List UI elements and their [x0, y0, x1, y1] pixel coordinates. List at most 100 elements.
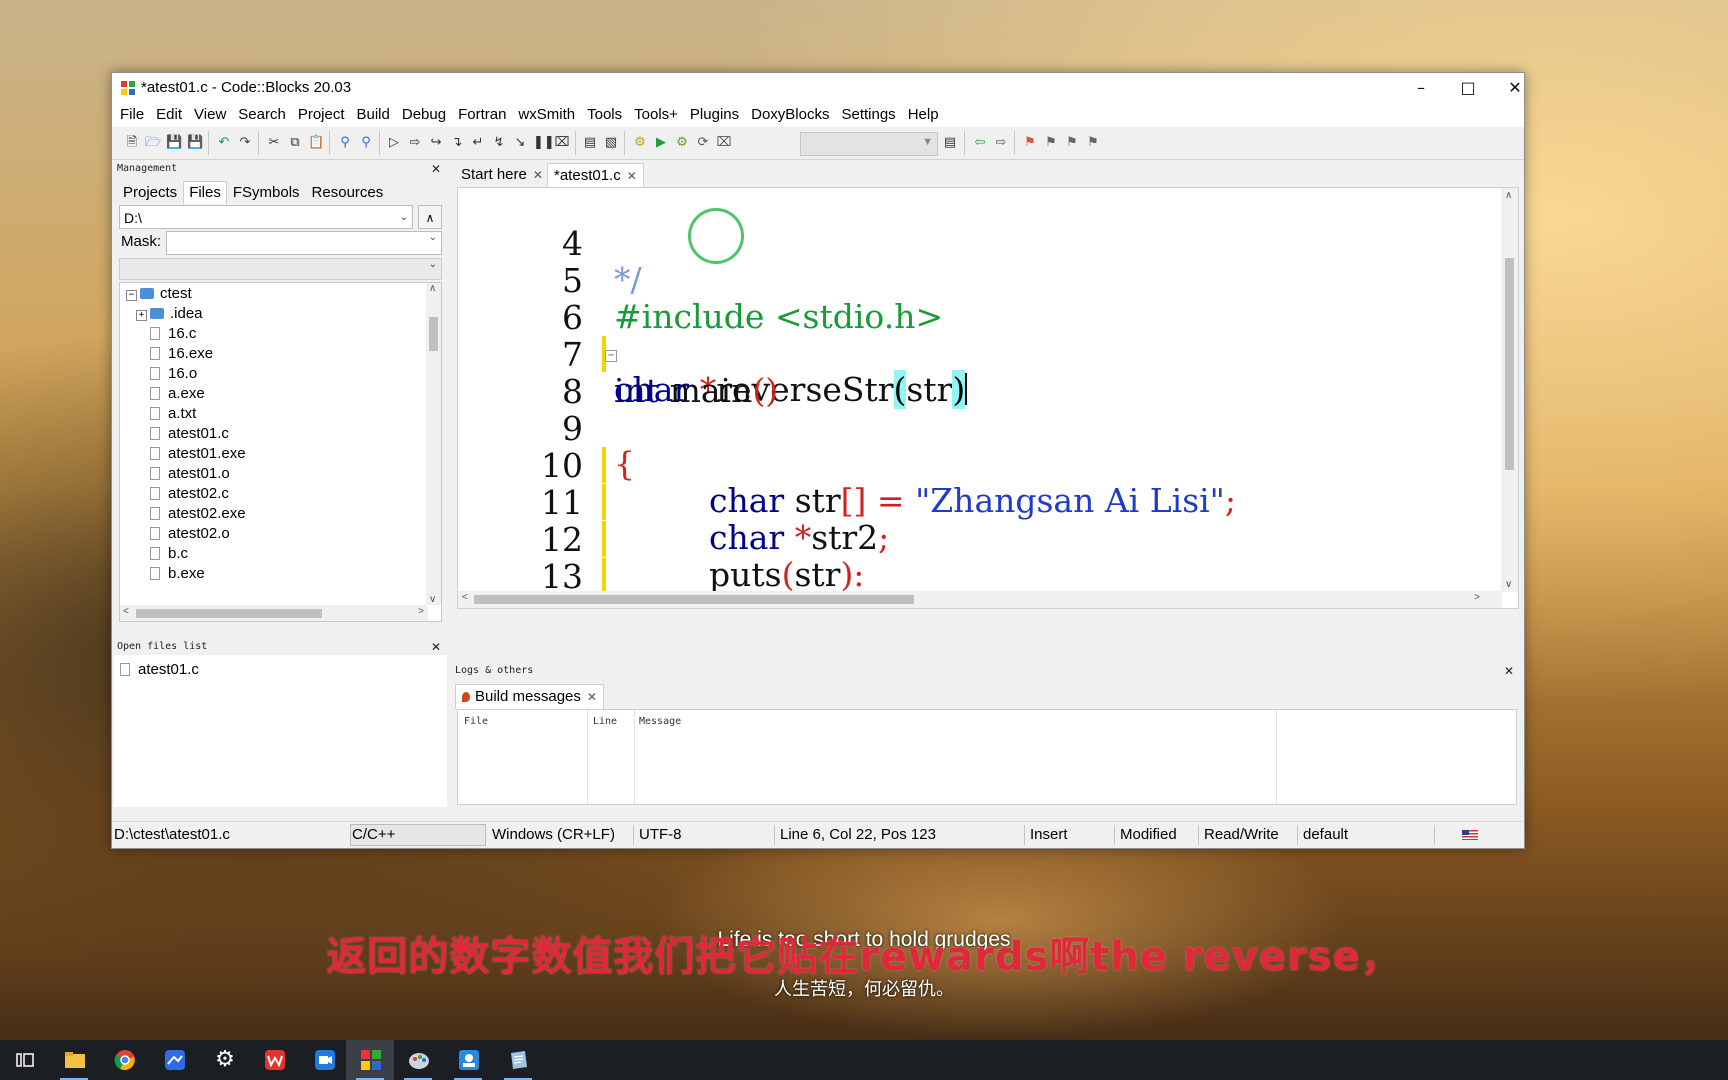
step-into-icon[interactable]: ↴ — [449, 135, 465, 151]
editor-vertical-scrollbar[interactable]: ∧ ∨ — [1501, 188, 1518, 592]
tree-item[interactable]: atest01.o — [150, 463, 230, 485]
up-folder-button[interactable]: ∧ — [418, 205, 442, 229]
save-all-icon[interactable]: 💾 — [187, 135, 203, 151]
open-files-close-icon[interactable]: ✕ — [431, 639, 441, 655]
tree-item[interactable]: atest01.exe — [150, 443, 246, 465]
codeblocks-taskbar-button[interactable] — [346, 1040, 394, 1080]
next-line-icon[interactable]: ↪ — [428, 135, 444, 151]
build-messages-table[interactable]: File Line Message — [457, 709, 1517, 805]
task-view-button[interactable] — [0, 1040, 48, 1080]
menu-wxsmith[interactable]: wxSmith — [512, 103, 581, 127]
tree-item[interactable]: a.exe — [150, 383, 205, 405]
tree-item[interactable]: atest02.o — [150, 523, 230, 545]
menu-plugins[interactable]: Plugins — [684, 103, 745, 127]
column-header-file[interactable]: File — [464, 716, 488, 727]
build-options-icon[interactable]: ▤ — [942, 135, 958, 151]
prev-bookmark-icon[interactable]: ⚑ — [1043, 135, 1059, 151]
build-target-select[interactable]: ▼ — [800, 132, 938, 156]
tree-item[interactable]: b.exe — [150, 563, 205, 585]
scroll-thumb[interactable] — [429, 317, 438, 351]
column-header-line[interactable]: Line — [593, 716, 617, 727]
tree-vertical-scrollbar[interactable]: ∧ ∨ — [426, 283, 441, 605]
debug-run-icon[interactable]: ▷ — [386, 135, 402, 151]
run-to-cursor-icon[interactable]: ⇨ — [407, 135, 423, 151]
find-icon[interactable]: ⚲ — [337, 135, 353, 151]
title-bar[interactable]: *atest01.c - Code::Blocks 20.03 – □ ✕ — [112, 73, 1524, 103]
tab-atest01[interactable]: *atest01.c ✕ — [547, 163, 644, 188]
step-out-icon[interactable]: ↵ — [470, 135, 486, 151]
step-instruction-icon[interactable]: ↘ — [512, 135, 528, 151]
drive-select[interactable]: D:\ ⌄ — [119, 205, 413, 229]
notes-button[interactable] — [494, 1040, 542, 1080]
jump-forward-icon[interactable]: ⇨ — [993, 135, 1009, 151]
chrome-button[interactable] — [100, 1040, 148, 1080]
expand-icon[interactable]: + — [136, 310, 147, 321]
copy-icon[interactable]: ⧉ — [287, 135, 303, 151]
scroll-down-icon[interactable]: ∨ — [429, 594, 436, 605]
scroll-thumb[interactable] — [136, 609, 322, 618]
close-tab-icon[interactable]: ✕ — [587, 690, 597, 704]
tree-item[interactable]: 16.c — [150, 323, 196, 345]
tree-item-idea[interactable]: + .idea — [136, 303, 203, 325]
paste-icon[interactable]: 📋 — [308, 135, 324, 151]
filter-select[interactable]: ⌄ — [119, 258, 442, 280]
cut-icon[interactable]: ✂ — [266, 135, 282, 151]
menu-search[interactable]: Search — [232, 103, 292, 127]
scroll-left-icon[interactable]: < — [123, 606, 129, 617]
menu-project[interactable]: Project — [292, 103, 351, 127]
rebuild-icon[interactable]: ⟳ — [695, 135, 711, 151]
tree-root[interactable]: − ctest — [126, 283, 192, 305]
fold-icon[interactable]: − — [605, 350, 617, 362]
scroll-down-icon[interactable]: ∨ — [1505, 579, 1512, 590]
tree-item[interactable]: 16.o — [150, 363, 197, 385]
save-icon[interactable]: 💾 — [166, 135, 182, 151]
paint-button[interactable] — [394, 1040, 442, 1080]
menu-edit[interactable]: Edit — [150, 103, 188, 127]
tab-files[interactable]: Files — [183, 181, 227, 204]
build-icon[interactable]: ⚙ — [632, 135, 648, 151]
scroll-up-icon[interactable]: ∧ — [429, 283, 436, 294]
tree-item[interactable]: 16.exe — [150, 343, 213, 365]
jump-back-icon[interactable]: ⇦ — [972, 135, 988, 151]
minimize-button[interactable]: – — [1398, 73, 1444, 103]
scroll-up-icon[interactable]: ∧ — [1505, 190, 1512, 201]
menu-doxyblocks[interactable]: DoxyBlocks — [745, 103, 835, 127]
meeting-button[interactable] — [300, 1040, 348, 1080]
new-file-icon[interactable]: 🗎 — [124, 135, 140, 151]
toggle-bookmark-icon[interactable]: ⚑ — [1022, 135, 1038, 151]
tree-item[interactable]: atest02.c — [150, 483, 229, 505]
mask-input[interactable]: ⌄ — [166, 231, 442, 255]
next-instruction-icon[interactable]: ↯ — [491, 135, 507, 151]
build-and-run-icon[interactable]: ⚙ — [674, 135, 690, 151]
next-bookmark-icon[interactable]: ⚑ — [1064, 135, 1080, 151]
info-icon[interactable]: ▧ — [603, 135, 619, 151]
close-tab-icon[interactable]: ✕ — [533, 168, 543, 182]
redo-icon[interactable]: ↷ — [237, 135, 253, 151]
menu-view[interactable]: View — [188, 103, 232, 127]
abort-icon[interactable]: ⌧ — [716, 135, 732, 151]
close-button[interactable]: ✕ — [1492, 73, 1538, 103]
clear-bookmarks-icon[interactable]: ⚑ — [1085, 135, 1101, 151]
scroll-right-icon[interactable]: > — [418, 606, 424, 617]
tab-start-here[interactable]: Start here ✕ — [455, 163, 549, 187]
scroll-thumb[interactable] — [474, 595, 914, 604]
scroll-left-icon[interactable]: < — [462, 592, 468, 603]
file-tree[interactable]: − ctest + .idea 16.c 16.exe 16.o a.exe a.t… — [119, 282, 442, 622]
code-editor[interactable]: 4 */ 5 #include <stdio.h> 6 char *revers… — [457, 187, 1519, 609]
editor-horizontal-scrollbar[interactable]: < > — [458, 591, 1502, 608]
maximize-button[interactable]: □ — [1445, 73, 1491, 103]
close-tab-icon[interactable]: ✕ — [627, 169, 637, 183]
stop-debug-icon[interactable]: ⌧ — [554, 135, 570, 151]
feishu-button[interactable] — [150, 1040, 198, 1080]
menu-tools-plus[interactable]: Tools+ — [628, 103, 684, 127]
undo-icon[interactable]: ↶ — [216, 135, 232, 151]
menu-build[interactable]: Build — [351, 103, 396, 127]
photos-button[interactable] — [444, 1040, 492, 1080]
menu-fortran[interactable]: Fortran — [452, 103, 512, 127]
column-header-message[interactable]: Message — [639, 716, 681, 727]
open-icon[interactable]: 🗁 — [145, 135, 161, 151]
settings-button[interactable]: ⚙ — [200, 1040, 248, 1080]
tree-horizontal-scrollbar[interactable]: < > — [120, 605, 428, 621]
tab-resources[interactable]: Resources — [306, 181, 390, 205]
menu-tools[interactable]: Tools — [581, 103, 628, 127]
